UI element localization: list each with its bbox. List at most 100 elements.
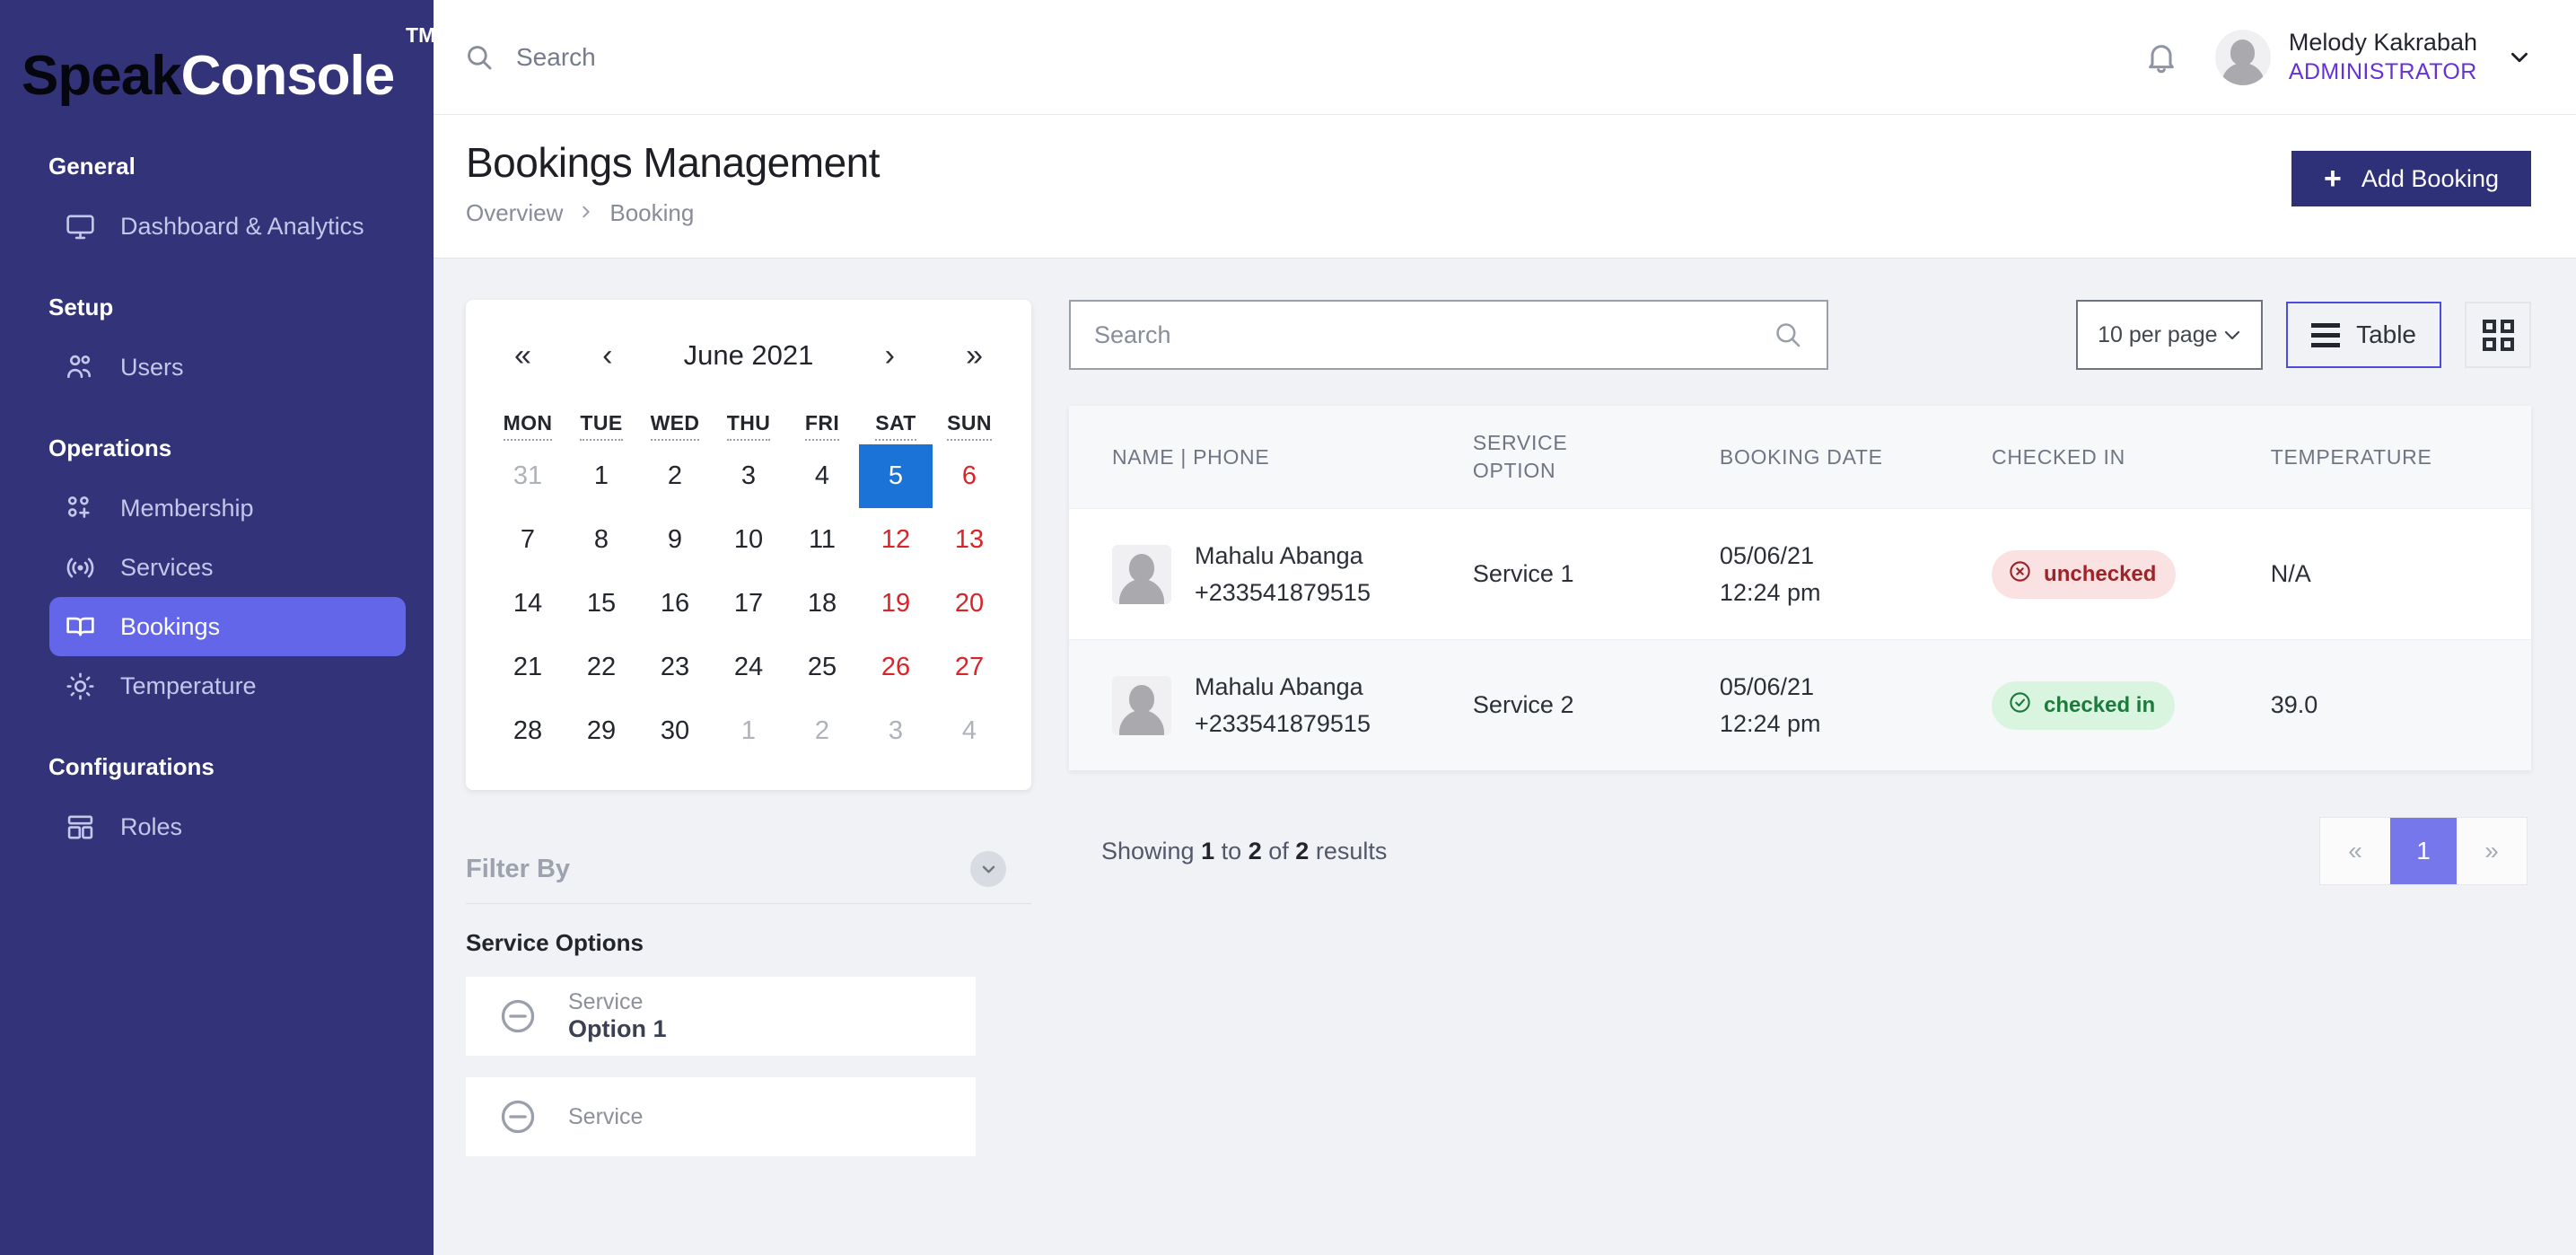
calendar-day[interactable]: 27 — [933, 636, 1006, 699]
calendar-day-selected[interactable]: 5 — [859, 444, 933, 508]
search-icon[interactable] — [1773, 320, 1803, 350]
calendar-day[interactable]: 1 — [712, 699, 785, 763]
sidebar-item-bookings[interactable]: Bookings — [49, 597, 406, 656]
row-date: 05/06/21 — [1719, 673, 1815, 701]
calendar-day[interactable]: 3 — [859, 699, 933, 763]
calendar-day[interactable]: 2 — [785, 699, 859, 763]
table-row[interactable]: Mahalu Abanga +233541879515 Service 2 05… — [1069, 639, 2531, 771]
column-header-service-option[interactable]: SERVICE OPTION — [1472, 406, 1720, 509]
global-search[interactable]: Search — [464, 42, 596, 73]
calendar-prev-month-button[interactable]: ‹ — [602, 340, 612, 371]
calendar-next-month-button[interactable]: › — [885, 340, 895, 371]
view-toggle-table-button[interactable]: Table — [2286, 302, 2441, 368]
column-header-checked-in[interactable]: CHECKED IN — [1992, 406, 2271, 509]
table-row[interactable]: Mahalu Abanga +233541879515 Service 1 05… — [1069, 508, 2531, 640]
column-header-name-phone[interactable]: NAME | PHONE — [1069, 406, 1473, 509]
calendar-first-year-button[interactable]: « — [514, 340, 531, 371]
calendar-day[interactable]: 25 — [785, 636, 859, 699]
calendar-day[interactable]: 11 — [785, 508, 859, 572]
calendar-day[interactable]: 16 — [638, 572, 712, 636]
logo[interactable]: SpeakConsole TM — [0, 0, 434, 153]
search-input[interactable]: Search — [1069, 300, 1828, 370]
sidebar-section-operations: Operations — [48, 434, 172, 461]
per-page-select[interactable]: 10 per page — [2076, 300, 2264, 370]
top-bar: Search Melody Kakrabah ADMINISTRATOR — [434, 0, 2576, 115]
membership-icon — [63, 491, 97, 525]
filter-group-label: Service Options — [466, 929, 644, 956]
calendar-day[interactable]: 19 — [859, 572, 933, 636]
calendar-dow: MON — [491, 411, 565, 444]
calendar-day[interactable]: 6 — [933, 444, 1006, 508]
calendar-dow: THU — [712, 411, 785, 444]
sidebar-item-dashboard-analytics[interactable]: Dashboard & Analytics — [49, 197, 406, 256]
sidebar-item-users[interactable]: Users — [49, 338, 406, 397]
avatar — [1112, 544, 1171, 604]
sidebar-item-services[interactable]: Services — [49, 538, 406, 597]
calendar-day[interactable]: 8 — [565, 508, 638, 572]
add-booking-label: Add Booking — [2361, 164, 2499, 192]
calendar-day[interactable]: 15 — [565, 572, 638, 636]
sidebar-item-temperature[interactable]: Temperature — [49, 656, 406, 715]
calendar-day[interactable]: 13 — [933, 508, 1006, 572]
user-menu[interactable]: Melody Kakrabah ADMINISTRATOR — [2214, 28, 2531, 86]
sidebar-item-membership[interactable]: Membership — [49, 478, 406, 538]
filter-card[interactable]: Service Option 1 — [466, 977, 976, 1056]
sidebar-item-label: Roles — [120, 812, 183, 840]
calendar-day[interactable]: 4 — [785, 444, 859, 508]
calendar-day[interactable]: 30 — [638, 699, 712, 763]
calendar-day[interactable]: 20 — [933, 572, 1006, 636]
calendar-day[interactable]: 17 — [712, 572, 785, 636]
calendar-dow: SAT — [859, 411, 933, 444]
left-column: « ‹ June 2021 › » MON TUE WED THU FRI SA… — [466, 300, 1031, 1255]
calendar-widget: « ‹ June 2021 › » MON TUE WED THU FRI SA… — [466, 300, 1031, 790]
minus-circle-icon[interactable] — [498, 996, 538, 1036]
calendar-dow: WED — [638, 411, 712, 444]
view-toggle-grid-button[interactable] — [2465, 302, 2531, 368]
showing-to: 2 — [1248, 837, 1262, 864]
calendar-day[interactable]: 23 — [638, 636, 712, 699]
column-header-booking-date[interactable]: BOOKING DATE — [1719, 406, 1993, 509]
calendar-day[interactable]: 24 — [712, 636, 785, 699]
sidebar-item-roles[interactable]: Roles — [49, 797, 406, 856]
pagination-last-button[interactable]: » — [2457, 818, 2527, 884]
calendar-day[interactable]: 22 — [565, 636, 638, 699]
pagination: Showing 1 to 2 of 2 results « 1 » — [1069, 770, 2531, 886]
notification-bell-icon[interactable] — [2143, 39, 2179, 75]
breadcrumb-booking[interactable]: Booking — [609, 199, 694, 227]
showing-from: 1 — [1201, 837, 1215, 864]
chevron-down-icon[interactable] — [970, 851, 1006, 887]
row-time: 12:24 pm — [1719, 709, 1821, 737]
calendar-day[interactable]: 4 — [933, 699, 1006, 763]
calendar-day[interactable]: 31 — [491, 444, 565, 508]
calendar-day[interactable]: 3 — [712, 444, 785, 508]
sidebar-item-label: Dashboard & Analytics — [120, 212, 364, 240]
pagination-first-button[interactable]: « — [2320, 818, 2390, 884]
calendar-day[interactable]: 2 — [638, 444, 712, 508]
of-word: of — [1268, 837, 1289, 864]
avatar — [1112, 675, 1171, 735]
add-booking-button[interactable]: + Add Booking — [2291, 151, 2531, 206]
calendar-day[interactable]: 12 — [859, 508, 933, 572]
pagination-page-1[interactable]: 1 — [2390, 818, 2457, 885]
chevron-down-icon — [2508, 46, 2531, 69]
filter-card[interactable]: Service — [466, 1077, 976, 1156]
calendar-day[interactable]: 18 — [785, 572, 859, 636]
pagination-summary: Showing 1 to 2 of 2 results — [1101, 838, 1387, 865]
user-name: Melody Kakrabah — [2288, 29, 2477, 56]
calendar-next-year-button[interactable]: » — [966, 340, 983, 371]
column-header-temperature[interactable]: TEMPERATURE — [2270, 406, 2531, 509]
calendar-day[interactable]: 29 — [565, 699, 638, 763]
breadcrumb-overview[interactable]: Overview — [466, 199, 563, 227]
global-search-placeholder: Search — [516, 42, 596, 71]
calendar-day[interactable]: 21 — [491, 636, 565, 699]
calendar-day[interactable]: 9 — [638, 508, 712, 572]
calendar-day[interactable]: 7 — [491, 508, 565, 572]
monitor-icon — [63, 209, 97, 243]
calendar-day[interactable]: 28 — [491, 699, 565, 763]
calendar-day[interactable]: 26 — [859, 636, 933, 699]
row-name: Mahalu Abanga — [1195, 542, 1363, 570]
calendar-day[interactable]: 1 — [565, 444, 638, 508]
calendar-day[interactable]: 10 — [712, 508, 785, 572]
calendar-day[interactable]: 14 — [491, 572, 565, 636]
minus-circle-icon[interactable] — [498, 1097, 538, 1137]
